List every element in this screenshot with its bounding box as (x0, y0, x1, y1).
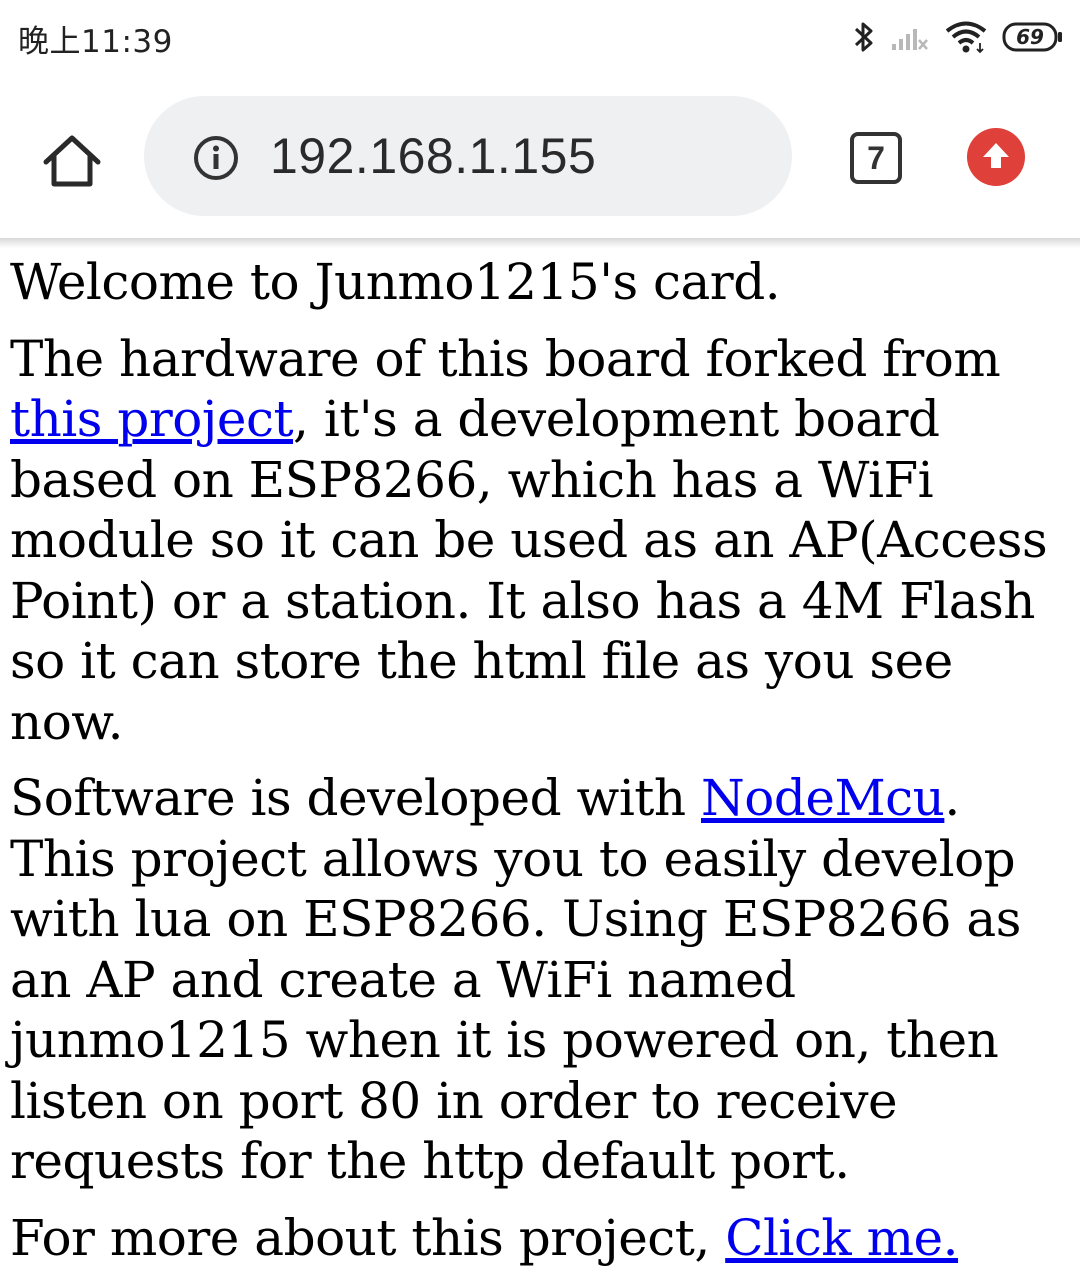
software-paragraph: Software is developed with NodeMcu. This… (10, 768, 1076, 1192)
signal-icon (892, 29, 928, 50)
browser-toolbar: 192.168.1.155 7 (0, 76, 1080, 240)
software-text-start: Software is developed with (10, 769, 701, 827)
address-bar[interactable]: 192.168.1.155 (144, 96, 792, 216)
update-button[interactable] (967, 128, 1025, 186)
more-text: For more about this project, (10, 1208, 726, 1267)
bluetooth-icon (854, 22, 873, 52)
page-content: Welcome to Junmo1215's card. The hardwar… (10, 252, 1076, 1284)
url-text[interactable]: 192.168.1.155 (270, 126, 596, 186)
nodemcu-link[interactable]: NodeMcu (701, 769, 945, 827)
status-icons: 69 (852, 17, 1064, 57)
toolbar-shadow (0, 238, 1080, 248)
status-bar: 晚上11:39 69 (0, 0, 1080, 76)
battery-level: 69 (1016, 25, 1044, 49)
welcome-paragraph: Welcome to Junmo1215's card. (10, 252, 1076, 313)
this-project-link[interactable]: this project (10, 390, 294, 448)
hardware-text-start: The hardware of this board forked from (10, 329, 1001, 388)
software-text-end: . This project allows you to easily deve… (10, 769, 1021, 1190)
status-time: 晚上11:39 (18, 24, 173, 60)
info-icon[interactable] (192, 134, 240, 182)
battery-icon: 69 (1002, 22, 1064, 52)
hardware-paragraph: The hardware of this board forked from t… (10, 329, 1076, 753)
click-me-link[interactable]: Click me. (725, 1209, 958, 1267)
welcome-text: Welcome to Junmo1215's card. (10, 253, 781, 311)
update-icon (983, 143, 1009, 168)
wifi-icon (945, 21, 987, 54)
more-paragraph: For more about this project, Click me. (10, 1208, 1076, 1269)
home-icon[interactable] (40, 132, 104, 192)
tab-switcher-button[interactable]: 7 (850, 132, 902, 184)
tab-count: 7 (867, 140, 885, 176)
